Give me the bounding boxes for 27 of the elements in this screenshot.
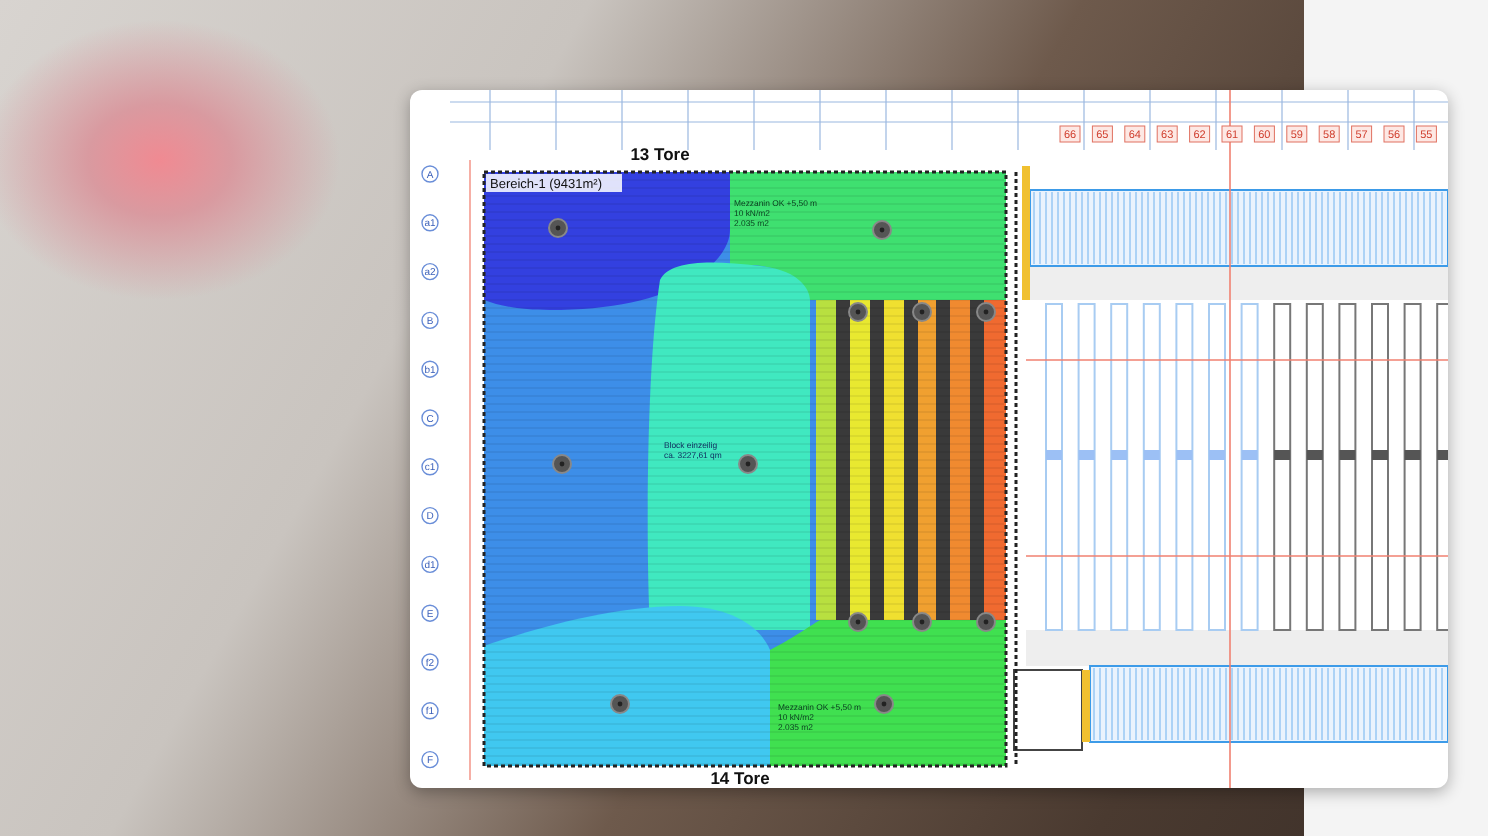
axis-marker-icon — [421, 750, 439, 769]
axis-marker-icon — [421, 262, 439, 281]
bay-number-box — [1124, 125, 1146, 143]
bay-number-box — [1351, 125, 1373, 143]
dock-door-label: 13 Tore — [630, 144, 690, 164]
bay-number-box — [1415, 125, 1437, 143]
axis-marker-icon — [421, 555, 439, 574]
axis-marker-icon — [421, 506, 439, 525]
bay-number-box — [1286, 125, 1308, 143]
axis-marker-icon — [421, 702, 439, 720]
dock-door-label: 14 Tore — [710, 768, 770, 788]
axis-marker-icon — [421, 311, 439, 330]
axis-marker-icon — [421, 458, 439, 476]
bay-number-box — [1156, 125, 1178, 143]
axis-marker-icon — [421, 360, 439, 378]
axis-marker-icon — [421, 604, 439, 622]
bay-number-box — [1383, 125, 1405, 143]
axis-marker-icon — [421, 165, 439, 183]
bay-number-box — [1091, 125, 1113, 143]
axis-marker-icon — [421, 653, 439, 671]
bay-number-box — [1253, 125, 1275, 143]
bay-number-box — [1189, 125, 1211, 143]
axis-marker-icon — [421, 409, 439, 427]
bay-number-box — [1221, 125, 1243, 143]
axis-marker-icon — [421, 214, 439, 232]
bay-number-box — [1059, 125, 1081, 143]
bay-number-box — [1318, 125, 1340, 143]
